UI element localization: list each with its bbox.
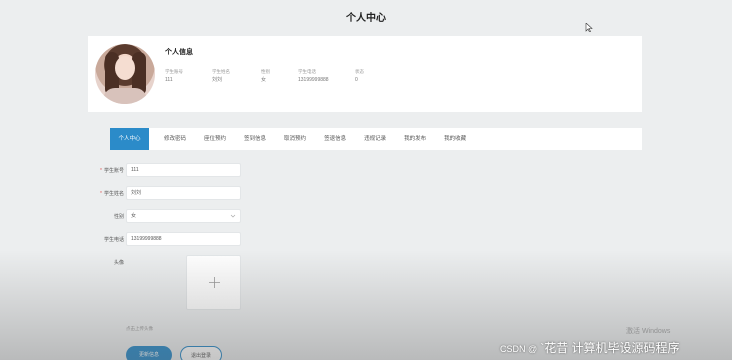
gender-value: 女 [131, 213, 137, 219]
csdn-watermark-name: `花昔 计算机毕设源码程序 [540, 341, 680, 355]
account-field[interactable]: 111 [126, 163, 241, 177]
profile-field-account: 学生账号 111 [165, 69, 183, 83]
profile-heading: 个人信息 [165, 49, 193, 56]
name-label: * 学生姓名 [100, 191, 124, 197]
tab-violation-records[interactable]: 违规记录 [355, 128, 395, 150]
profile-field-name: 学生姓名 刘刘 [212, 69, 230, 83]
phone-field[interactable]: 13199999888 [126, 232, 241, 246]
profile-field-gender: 性别女 [261, 69, 270, 83]
tab-sign-out-info[interactable]: 签退信息 [315, 128, 355, 150]
csdn-watermark: CSDN @ `花昔 计算机毕设源码程序 [500, 339, 680, 356]
csdn-watermark-prefix: CSDN @ [500, 344, 538, 354]
profile-field-phone: 学生电话 13199999888 [298, 69, 329, 83]
gender-label: 性别 [113, 214, 124, 220]
chevron-down-icon [230, 214, 236, 218]
logout-button[interactable]: 退出登录 [180, 346, 222, 360]
tab-my-favorites[interactable]: 我的收藏 [435, 128, 475, 150]
tab-change-password[interactable]: 修改密码 [155, 128, 195, 150]
tab-cancel-reservation[interactable]: 取消预约 [275, 128, 315, 150]
phone-label: 学生电话 [103, 237, 124, 243]
avatar [95, 44, 155, 104]
windows-activation-watermark: 激活 Windows [626, 328, 671, 335]
avatar-label: 头像 [113, 260, 124, 266]
profile-card: 个人信息 学生账号 111 学生姓名 刘刘 性别女 学生电话 13199999888 … [88, 36, 642, 112]
tab-bar: 个人中心 修改密码 座位预约 签到信息 取消预约 签退信息 违规记录 我的发布 … [110, 128, 642, 150]
cursor-icon [585, 23, 593, 32]
tab-my-posts[interactable]: 我的发布 [395, 128, 435, 150]
account-label: * 学生账号 [100, 168, 124, 174]
name-field[interactable]: 刘刘 [126, 186, 241, 200]
tab-sign-in-info[interactable]: 签到信息 [235, 128, 275, 150]
profile-field-status: 状态 0 [355, 69, 364, 83]
avatar-upload-button[interactable] [186, 255, 241, 310]
gender-select[interactable]: 女 [126, 209, 241, 223]
upload-hint: 点击上传头像 [126, 326, 153, 331]
plus-icon [209, 277, 220, 288]
update-button[interactable]: 更新信息 [126, 346, 172, 360]
tab-personal-center[interactable]: 个人中心 [110, 128, 149, 150]
tab-seat-reservation[interactable]: 座位预约 [195, 128, 235, 150]
page-title: 个人中心 [346, 13, 386, 24]
